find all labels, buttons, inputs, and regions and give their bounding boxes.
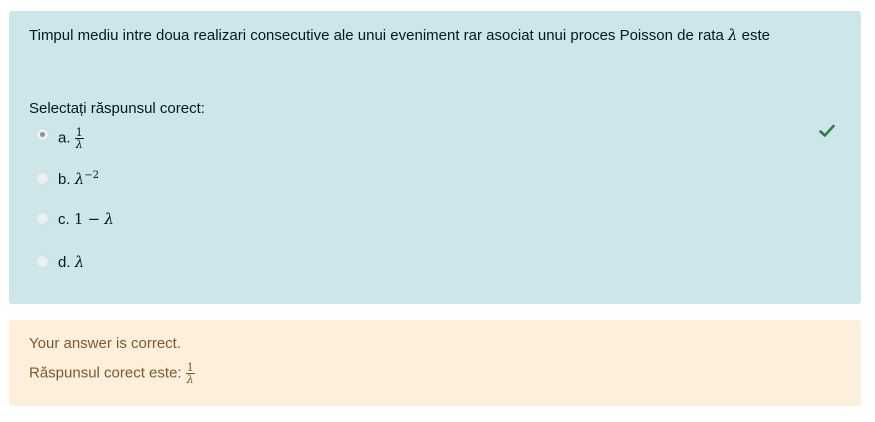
radio-button-b[interactable] bbox=[36, 172, 49, 185]
option-b-label[interactable]: b. λ−2 bbox=[58, 170, 99, 188]
check-icon bbox=[819, 124, 835, 137]
radio-button-a[interactable] bbox=[36, 128, 49, 141]
radio-button-c[interactable] bbox=[36, 212, 49, 225]
option-a-label[interactable]: a. 1 λ bbox=[58, 127, 84, 150]
question-panel: Timpul mediu intre doua realizari consec… bbox=[9, 11, 861, 304]
question-text: Timpul mediu intre doua realizari consec… bbox=[29, 26, 771, 44]
lambda-symbol: λ bbox=[727, 26, 738, 44]
answer-prompt: Selectați răspunsul corect: bbox=[29, 100, 205, 117]
feedback-result: Your answer is correct. bbox=[29, 335, 182, 352]
option-c-label[interactable]: c. 1 − λ bbox=[58, 210, 114, 228]
option-c[interactable]: c. 1 − λ bbox=[29, 207, 849, 237]
option-b[interactable]: b. λ−2 bbox=[29, 165, 849, 195]
option-a[interactable]: a. 1 λ bbox=[29, 119, 849, 150]
feedback-panel: Your answer is correct. Răspunsul corect… bbox=[9, 320, 861, 406]
correct-answer-label: Răspunsul corect este: bbox=[29, 364, 186, 382]
option-d[interactable]: d. λ bbox=[29, 249, 849, 279]
option-d-label[interactable]: d. λ bbox=[58, 253, 84, 271]
radio-button-d[interactable] bbox=[36, 255, 49, 268]
correct-answer: Răspunsul corect este: 1 λ bbox=[29, 362, 195, 385]
fraction: 1 λ bbox=[74, 126, 84, 151]
correct-answer-fraction: 1 λ bbox=[185, 361, 195, 386]
